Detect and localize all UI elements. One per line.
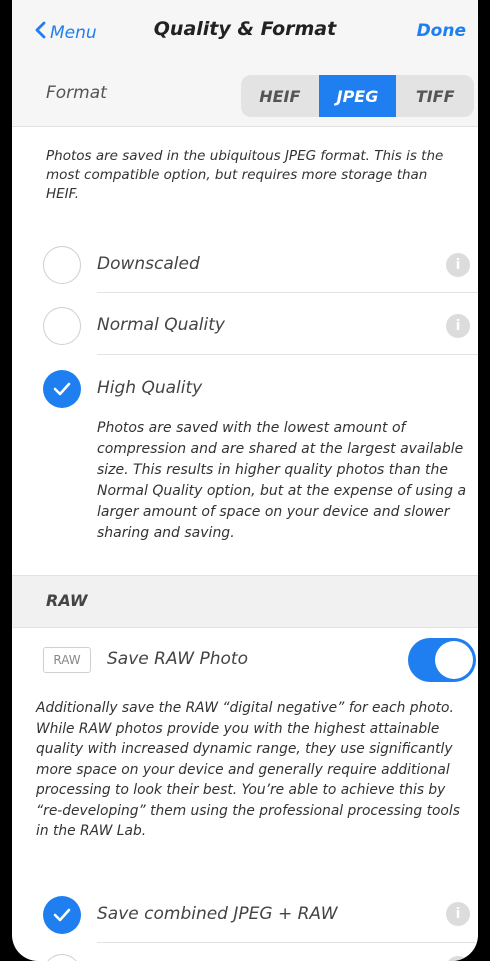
downscaled-radio[interactable] [43, 246, 81, 284]
raw-description: Additionally save the RAW “digital negat… [36, 700, 460, 839]
normal-quality-radio[interactable] [43, 307, 81, 345]
save-combined-checkbox[interactable] [43, 896, 81, 934]
save-raw-toggle[interactable] [408, 638, 476, 682]
high-quality-description: Photos are saved with the lowest amount … [97, 420, 467, 541]
raw-section-header: RAW [12, 575, 478, 628]
format-description: Photos are saved in the ubiquitous JPEG … [46, 148, 444, 202]
info-icon[interactable]: i [446, 902, 470, 926]
raw-badge: RAW [43, 647, 91, 673]
high-quality-label: High Quality [97, 378, 203, 398]
next-option-radio[interactable] [43, 954, 81, 961]
high-quality-radio[interactable] [43, 370, 81, 408]
save-raw-label: Save RAW Photo [107, 649, 248, 669]
separator [97, 292, 478, 293]
toggle-knob [435, 641, 473, 679]
settings-screen: Menu Quality & Format Done Format HEIF J… [12, 0, 478, 961]
page-title: Quality & Format [153, 18, 337, 40]
checkmark-icon [53, 382, 71, 396]
format-option-jpeg[interactable]: JPEG [318, 75, 397, 117]
info-icon[interactable]: i [446, 956, 470, 961]
info-icon[interactable]: i [446, 314, 470, 338]
format-segmented-control: HEIF JPEG TIFF [241, 75, 474, 117]
format-option-tiff[interactable]: TIFF [396, 75, 474, 117]
done-button[interactable]: Done [417, 21, 466, 41]
separator [97, 942, 478, 943]
navigation-bar: Menu Quality & Format Done [12, 0, 478, 67]
raw-section-label: RAW [46, 591, 88, 610]
normal-quality-label: Normal Quality [97, 315, 225, 335]
format-label: Format [46, 83, 107, 103]
format-row: Format HEIF JPEG TIFF [12, 66, 478, 127]
format-option-heif[interactable]: HEIF [241, 75, 319, 117]
checkmark-icon [53, 908, 71, 922]
downscaled-label: Downscaled [97, 254, 200, 274]
save-combined-label: Save combined JPEG + RAW [97, 904, 338, 924]
info-icon[interactable]: i [446, 253, 470, 277]
separator [97, 354, 478, 355]
